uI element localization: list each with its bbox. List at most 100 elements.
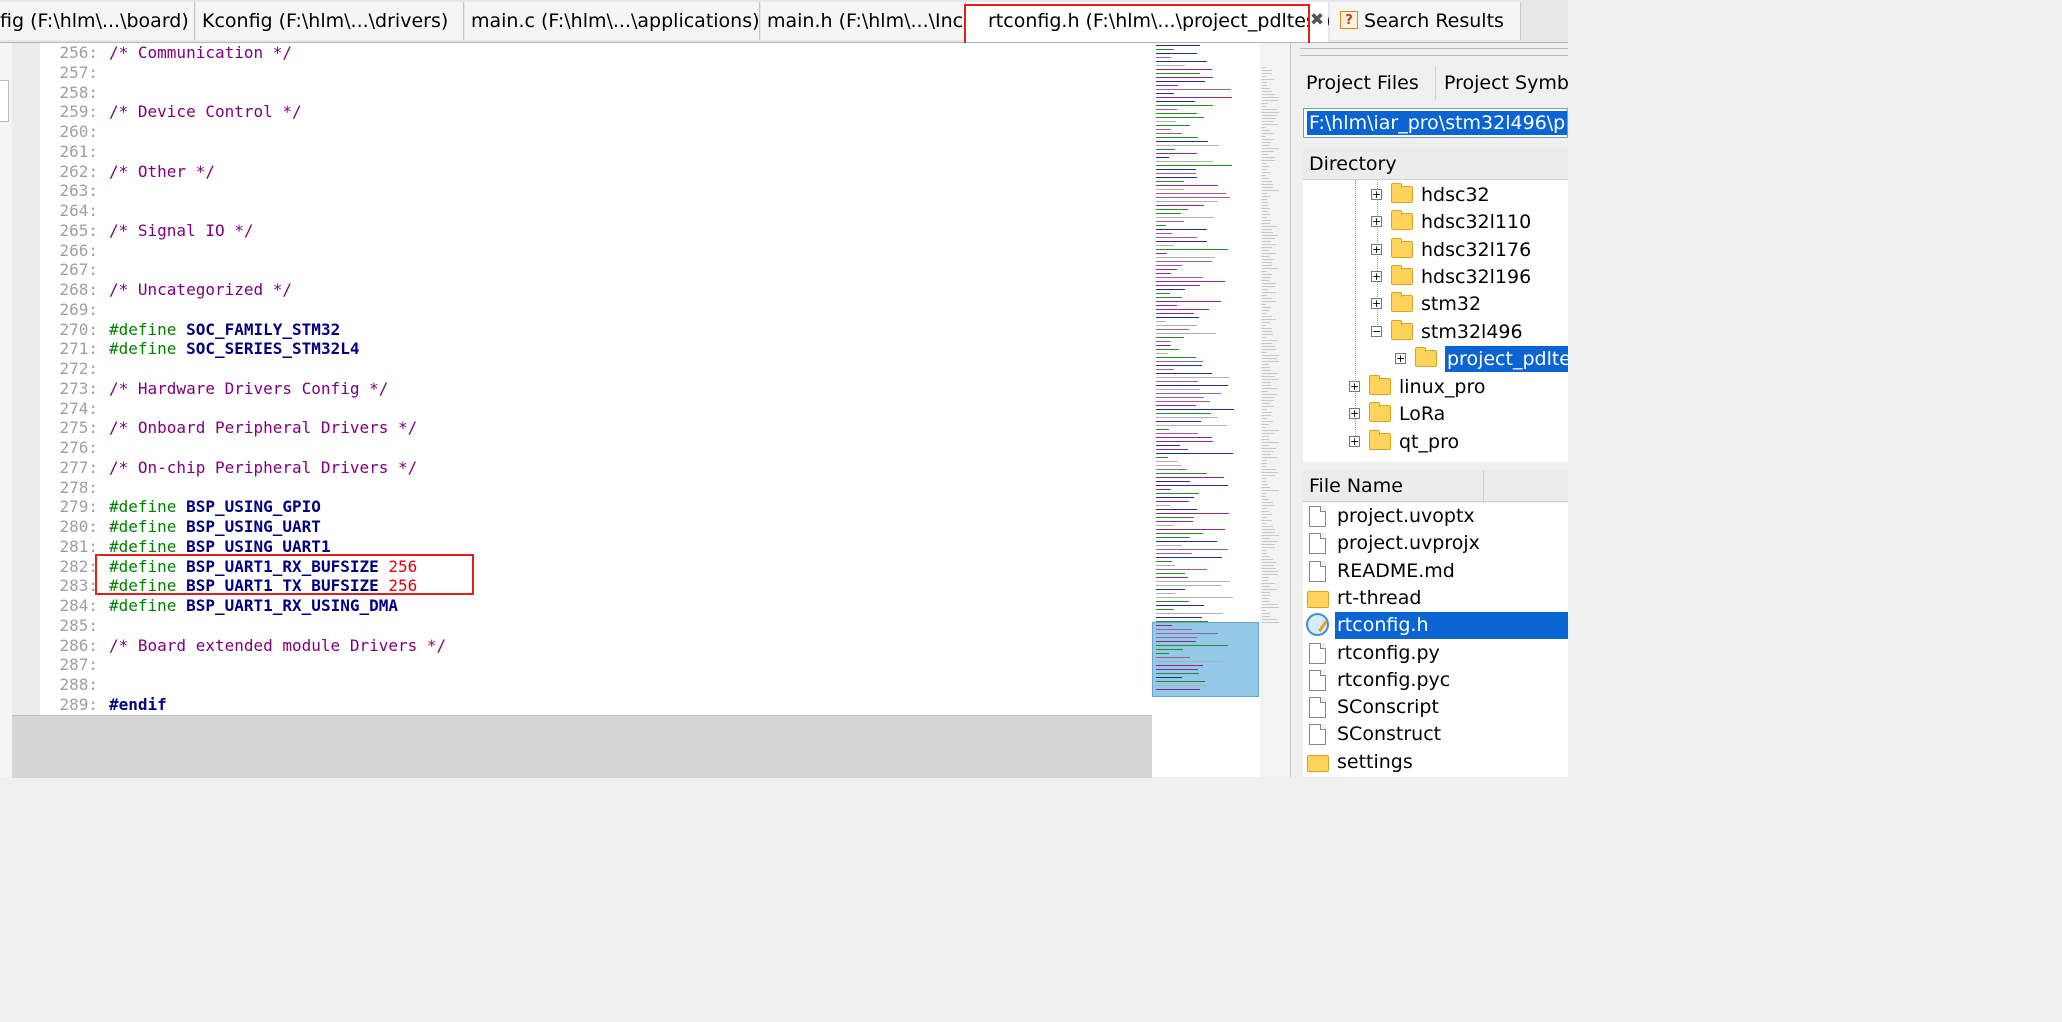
minimap-line bbox=[1156, 269, 1177, 270]
minimap-line bbox=[1156, 453, 1233, 454]
scrollbar-tick bbox=[1262, 430, 1279, 431]
code-line: 277: /* On-chip Peripheral Drivers */ bbox=[40, 458, 1152, 478]
expand-icon[interactable]: + bbox=[1371, 189, 1382, 200]
tab-board-config[interactable]: fig (F:\hlm\...\board) bbox=[0, 2, 195, 40]
scrollbar-tick bbox=[1262, 118, 1276, 119]
define-keyword: #define bbox=[109, 319, 177, 339]
minimap-line bbox=[1156, 649, 1183, 650]
folder-icon bbox=[1391, 292, 1413, 312]
minimap-line bbox=[1156, 301, 1221, 302]
minimap-line bbox=[1156, 585, 1221, 586]
code-line: 263: bbox=[40, 181, 1152, 201]
scrollbar-tick bbox=[1262, 235, 1278, 236]
minimap-line bbox=[1156, 529, 1225, 530]
scrollbar-tick bbox=[1262, 217, 1267, 218]
expand-icon[interactable]: + bbox=[1349, 436, 1360, 447]
minimap-line bbox=[1156, 85, 1178, 86]
scrollbar-tick bbox=[1262, 469, 1276, 470]
minimap-line bbox=[1156, 621, 1208, 622]
code-line: 279: #define BSP_USING_GPIO bbox=[40, 497, 1152, 517]
minimap-line bbox=[1156, 409, 1234, 410]
minimap-line bbox=[1156, 497, 1194, 498]
scrollbar-tick bbox=[1262, 280, 1269, 281]
scrollbar-tick bbox=[1262, 511, 1269, 512]
scrollbar-tick bbox=[1262, 244, 1276, 245]
scrollbar-tick bbox=[1262, 616, 1270, 617]
expand-icon[interactable]: + bbox=[1371, 298, 1382, 309]
scrollbar-tick bbox=[1262, 433, 1274, 434]
file-name: project.uvoptx bbox=[1337, 505, 1475, 527]
panel-grip[interactable] bbox=[1300, 48, 1568, 56]
close-icon[interactable]: ✖ bbox=[1308, 10, 1326, 30]
code-line: 285: bbox=[40, 616, 1152, 636]
minimap-line bbox=[1156, 421, 1201, 422]
expand-icon[interactable]: + bbox=[1371, 244, 1382, 255]
file-list[interactable]: project.uvoptx project.uvprojx README.md rt… bbox=[1303, 503, 1568, 777]
scrollbar-tick bbox=[1262, 322, 1270, 323]
file-row-sconstruct[interactable]: SConstruct bbox=[1303, 721, 1568, 748]
file-row-rtconfig-h[interactable]: rtconfig.h bbox=[1303, 612, 1568, 640]
expand-icon[interactable]: + bbox=[1371, 216, 1382, 227]
expand-icon[interactable]: + bbox=[1349, 408, 1360, 419]
minimap-line bbox=[1156, 465, 1182, 466]
file-row-rtconfig-py[interactable]: rtconfig.py bbox=[1303, 640, 1568, 667]
scrollbar-tick bbox=[1262, 331, 1272, 332]
line-number: 260: bbox=[59, 122, 98, 141]
directory-header[interactable]: Directory bbox=[1303, 148, 1568, 180]
scrollbar-tick bbox=[1262, 205, 1268, 206]
code-line: 264: bbox=[40, 201, 1152, 221]
collapse-icon[interactable]: − bbox=[1371, 326, 1382, 337]
line-code: /* Board extended module Drivers */ bbox=[109, 636, 446, 656]
minimap-line bbox=[1156, 389, 1200, 390]
scrollbar-tick bbox=[1262, 352, 1267, 353]
scrollbar-tick bbox=[1262, 151, 1274, 152]
code-minimap[interactable] bbox=[1152, 43, 1260, 777]
minimap-line bbox=[1156, 217, 1214, 218]
file-row-project-uvoptx[interactable]: project.uvoptx bbox=[1303, 503, 1568, 530]
minimap-line bbox=[1156, 297, 1182, 298]
minimap-line bbox=[1156, 165, 1232, 166]
file-row-project-uvprojx[interactable]: project.uvprojx bbox=[1303, 530, 1568, 557]
tab-project-files[interactable]: Project Files bbox=[1302, 66, 1436, 100]
line-number: 280: bbox=[59, 517, 98, 536]
document-icon bbox=[1309, 560, 1326, 582]
scrollbar-tick bbox=[1262, 199, 1267, 200]
minimap-line bbox=[1156, 161, 1213, 162]
file-name: rtconfig.pyc bbox=[1337, 668, 1451, 691]
file-name-header[interactable]: File Name bbox=[1303, 470, 1568, 502]
scrollbar-tick bbox=[1262, 238, 1275, 239]
scrollbar-tick bbox=[1262, 259, 1274, 260]
tab-main-h[interactable]: main.h (F:\hlm\...\Inc) bbox=[761, 2, 966, 40]
tab-project-symbols[interactable]: Project Symbo bbox=[1440, 66, 1568, 100]
macro-name: BSP_UART1_RX_USING_DMA bbox=[186, 596, 398, 615]
scrollbar-tick bbox=[1262, 334, 1273, 335]
tab-label: Project Files bbox=[1306, 72, 1419, 94]
line-code: /* Uncategorized */ bbox=[109, 280, 292, 300]
expand-icon[interactable]: + bbox=[1371, 271, 1382, 282]
file-row-rt-thread[interactable]: rt-thread bbox=[1303, 585, 1568, 612]
code-line: 271: #define SOC_SERIES_STM32L4 bbox=[40, 339, 1152, 359]
scrollbar-tick bbox=[1262, 544, 1275, 545]
directory-tree[interactable]: + hdsc32 + hdsc32l110 + hdsc32l176 + hdsc32l196… bbox=[1303, 180, 1568, 462]
tab-main-c[interactable]: main.c (F:\hlm\...\applications) bbox=[465, 2, 760, 40]
scrollbar-tick bbox=[1262, 337, 1266, 338]
line-number: 274: bbox=[59, 398, 98, 418]
folder-icon bbox=[1369, 375, 1391, 395]
column-separator[interactable] bbox=[1483, 470, 1484, 502]
expand-icon[interactable]: + bbox=[1349, 381, 1360, 392]
file-row-sconscript[interactable]: SConscript bbox=[1303, 694, 1568, 721]
code-comment: /* Uncategorized */ bbox=[109, 280, 293, 299]
minimap-line bbox=[1156, 337, 1184, 338]
file-row-settings[interactable]: settings bbox=[1303, 749, 1568, 776]
minimap-line bbox=[1156, 481, 1190, 482]
file-row-rtconfig-pyc[interactable]: rtconfig.pyc bbox=[1303, 667, 1568, 694]
tab-label: Kconfig (F:\hlm\...\drivers) bbox=[202, 10, 449, 32]
tree-item-label: hdsc32l176 bbox=[1421, 239, 1532, 261]
line-code: /* On-chip Peripheral Drivers */ bbox=[109, 458, 417, 478]
expand-icon[interactable]: + bbox=[1395, 353, 1406, 364]
line-number: 283: bbox=[59, 576, 98, 596]
file-row-readme-md[interactable]: README.md bbox=[1303, 558, 1568, 585]
code-editor[interactable]: 256: /* Communication */ 257: 258: 259: /* De… bbox=[40, 43, 1152, 715]
project-path-field[interactable]: F:\hlm\iar_pro\stm32l496\proj bbox=[1303, 108, 1568, 138]
tab-kconfig[interactable]: Kconfig (F:\hlm\...\drivers) bbox=[196, 2, 464, 40]
